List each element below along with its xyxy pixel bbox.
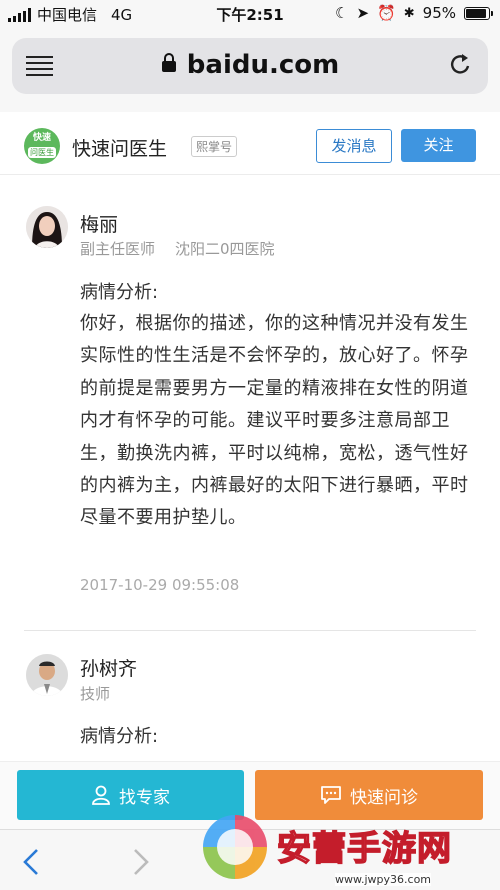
forward-icon[interactable]: [132, 848, 150, 876]
find-expert-label: 找专家: [119, 787, 170, 808]
doctor-avatar[interactable]: [26, 206, 68, 248]
send-message-button[interactable]: 发消息: [316, 129, 392, 163]
battery-fill: [466, 8, 486, 18]
battery-icon: [464, 6, 493, 20]
battery-percent: 95%: [422, 4, 456, 22]
doctor-meta: 技师: [80, 683, 110, 704]
answer-timestamp: 2017-10-29 09:55:08: [80, 576, 240, 594]
logo-line2: 问医生: [28, 147, 56, 158]
location-icon: ➤: [356, 4, 370, 22]
doctor-meta: 副主任医师 沈阳二0四医院: [80, 238, 275, 259]
analysis-label: 病情分析:: [80, 726, 159, 747]
doctor-hospital: 沈阳二0四医院: [175, 240, 275, 258]
watermark: 安蕾手游网 www.jwpy36.com: [203, 815, 500, 889]
quick-consult-label: 快速问诊: [350, 787, 418, 808]
site-header: 快速 问医生 快速问医生 熙掌号 发消息 关注: [0, 112, 500, 175]
chat-icon: [321, 786, 341, 804]
quick-consult-button[interactable]: 快速问诊: [255, 770, 483, 820]
doctor-title: 技师: [80, 685, 111, 703]
doctor-name[interactable]: 孙树齐: [80, 654, 137, 681]
logo-line1: 快速: [32, 133, 51, 143]
reload-icon[interactable]: [448, 52, 472, 78]
back-icon[interactable]: [22, 848, 40, 876]
doctor-name[interactable]: 梅丽: [80, 210, 118, 237]
moon-icon: ☾: [335, 4, 349, 22]
alarm-icon: ⏰: [377, 4, 396, 22]
account-badge: 熙掌号: [191, 136, 238, 157]
lock-icon: [161, 52, 176, 72]
doctor-avatar-image: [26, 654, 68, 696]
follow-button[interactable]: 关注: [401, 129, 476, 162]
answer-divider: [24, 630, 476, 631]
url-text: baidu.com: [186, 50, 340, 80]
status-bar: 中国电信 4G 下午2:51 ☾ ➤ ⏰ ✱ 95%: [0, 0, 500, 28]
doctor-title: 副主任医师: [80, 240, 156, 258]
address-bar[interactable]: baidu.com: [12, 38, 488, 94]
site-logo[interactable]: 快速 问医生: [24, 128, 60, 164]
bluetooth-icon: ✱: [403, 5, 415, 21]
doctor-avatar[interactable]: [26, 654, 68, 696]
url-display[interactable]: baidu.com: [12, 50, 488, 80]
doctor-avatar-image: [26, 206, 68, 248]
person-icon: [92, 785, 110, 805]
find-expert-button[interactable]: 找专家: [17, 770, 244, 820]
watermark-url: www.jwpy36.com: [335, 873, 432, 886]
analysis-body: 你好，根据你的描述，你的这种情况并没有发生实际性的性生活是不会怀孕的，放心好了。…: [80, 313, 469, 529]
status-right: ☾ ➤ ⏰ ✱ 95%: [335, 4, 493, 22]
watermark-text: 安蕾手游网: [276, 828, 452, 870]
site-title[interactable]: 快速问医生: [72, 134, 167, 161]
browser-toolbar: baidu.com: [0, 28, 500, 112]
analysis-label: 病情分析:: [80, 282, 159, 303]
watermark-logo: [203, 815, 267, 879]
